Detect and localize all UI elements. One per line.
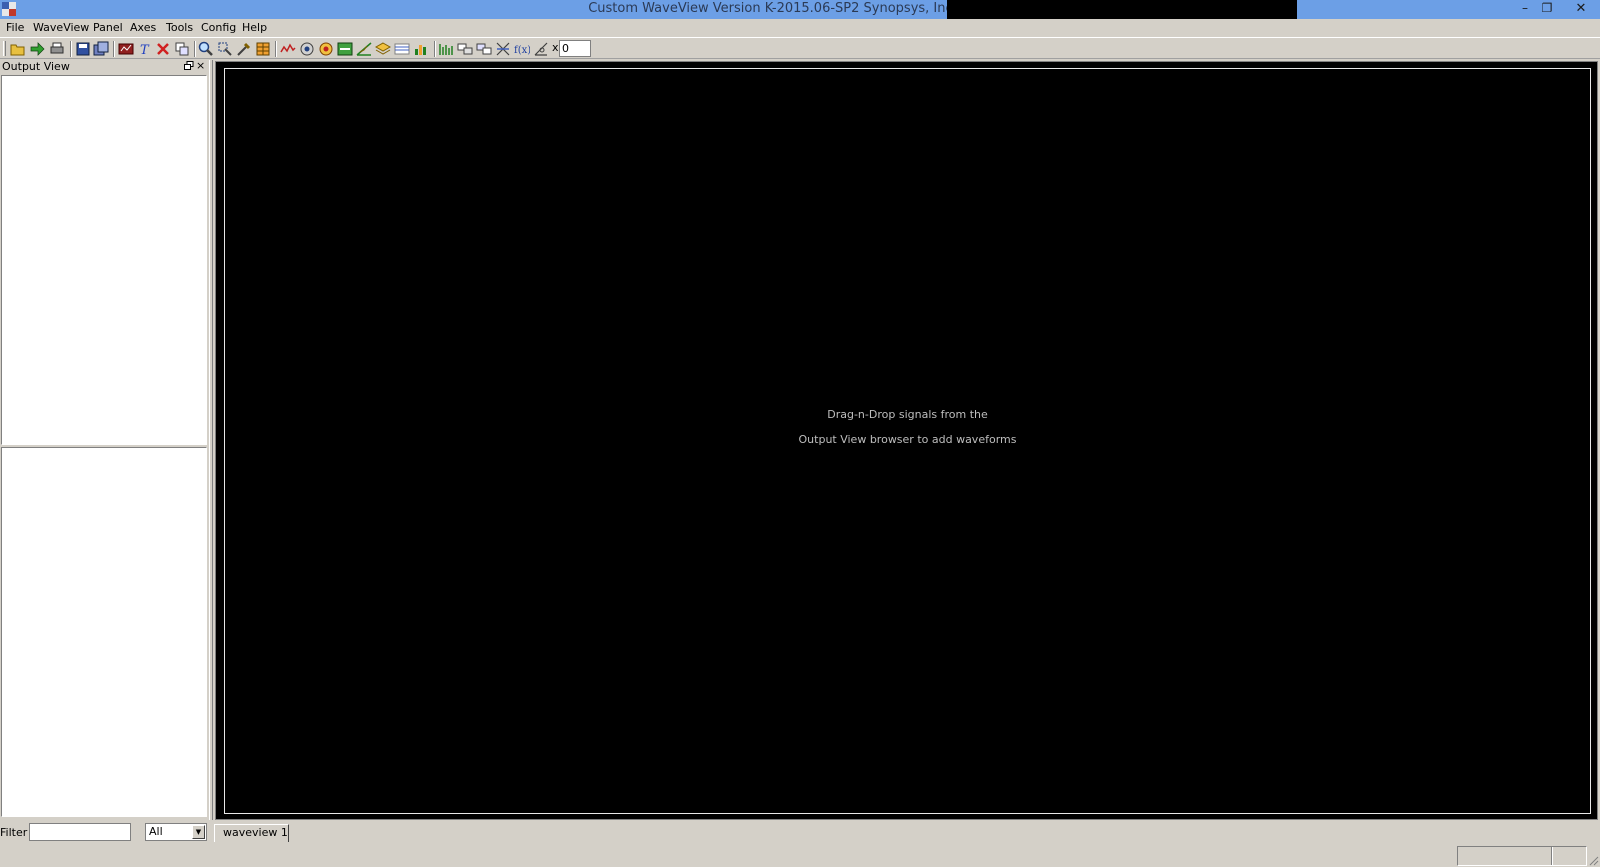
filter-type-value: All xyxy=(149,825,163,838)
list-icon[interactable] xyxy=(394,41,410,57)
filter-label: Filter xyxy=(0,826,28,839)
x-label: x xyxy=(552,41,559,54)
waveform-icon[interactable] xyxy=(280,41,296,57)
toolbar-separator xyxy=(70,41,72,57)
redacted-region xyxy=(947,0,1297,19)
svg-text:T: T xyxy=(140,43,150,57)
output-view-tree[interactable] xyxy=(1,75,207,445)
x-value-input[interactable]: 0 xyxy=(559,40,591,57)
zoom-region-icon[interactable] xyxy=(217,41,233,57)
cursor-icon[interactable] xyxy=(318,41,334,57)
output-view-signal-list[interactable] xyxy=(1,447,207,817)
empty-hint-line2: Output View browser to add waveforms xyxy=(798,433,1017,446)
minimize-button[interactable]: – xyxy=(1515,1,1535,17)
menu-waveview[interactable]: WaveView xyxy=(33,21,89,34)
delete-icon[interactable] xyxy=(155,41,171,57)
table-icon[interactable] xyxy=(255,41,271,57)
svg-text:f(x): f(x) xyxy=(514,45,530,56)
menu-bar: File WaveView Panel Axes Tools Config He… xyxy=(0,19,1600,37)
filter-type-select[interactable]: All ▼ xyxy=(145,823,207,841)
waveform-canvas[interactable]: Drag-n-Drop signals from the Output View… xyxy=(215,61,1598,820)
panel-icon[interactable] xyxy=(337,41,353,57)
zoom-icon[interactable] xyxy=(198,41,214,57)
menu-help[interactable]: Help xyxy=(242,21,267,34)
save-all-icon[interactable] xyxy=(93,41,109,57)
status-progress xyxy=(1457,846,1587,866)
overlay-icon[interactable] xyxy=(457,41,473,57)
text-icon[interactable]: T xyxy=(137,41,153,57)
toolbar-grip[interactable] xyxy=(3,41,6,56)
menu-axes[interactable]: Axes xyxy=(130,21,156,34)
empty-hint-line1: Drag-n-Drop signals from the xyxy=(827,408,988,421)
menu-config[interactable]: Config xyxy=(201,21,236,34)
waveform-plot-area[interactable]: Drag-n-Drop signals from the Output View… xyxy=(224,68,1591,814)
measure-icon[interactable] xyxy=(118,41,134,57)
menu-file[interactable]: File xyxy=(6,21,24,34)
split-icon[interactable] xyxy=(476,41,492,57)
status-divider xyxy=(1551,847,1553,865)
menu-tools[interactable]: Tools xyxy=(166,21,193,34)
bar-chart-icon[interactable] xyxy=(438,41,454,57)
tab-waveview-1[interactable]: waveview 1 xyxy=(214,824,289,842)
maximize-button[interactable]: ❐ xyxy=(1537,1,1557,17)
open-folder-icon[interactable] xyxy=(10,41,26,57)
close-button[interactable]: ✕ xyxy=(1571,1,1591,17)
menu-panel[interactable]: Panel xyxy=(93,21,123,34)
window-title: Custom WaveView Version K-2015.06-SP2 Sy… xyxy=(588,1,957,16)
float-panel-icon[interactable] xyxy=(184,61,194,71)
title-bar: Custom WaveView Version K-2015.06-SP2 Sy… xyxy=(0,0,1600,19)
filter-input[interactable] xyxy=(29,823,131,841)
save-icon[interactable] xyxy=(75,41,91,57)
histogram-icon[interactable] xyxy=(413,41,429,57)
calculator-icon[interactable] xyxy=(533,41,549,57)
toolbar-separator xyxy=(275,41,277,57)
output-view-title: Output View xyxy=(2,60,70,73)
output-view-header: Output View × xyxy=(0,59,209,75)
toolbar: T f(x) x 0 xyxy=(0,37,1600,59)
close-panel-icon[interactable]: × xyxy=(196,59,205,72)
dropdown-arrow-icon[interactable]: ▼ xyxy=(192,825,205,839)
fit-icon[interactable] xyxy=(495,41,511,57)
probe-icon[interactable] xyxy=(236,41,252,57)
layers-icon[interactable] xyxy=(375,41,391,57)
print-icon[interactable] xyxy=(49,41,65,57)
toolbar-separator xyxy=(113,41,115,57)
copy-icon[interactable] xyxy=(174,41,190,57)
resize-grip-icon[interactable] xyxy=(1588,855,1599,866)
forward-arrow-icon[interactable] xyxy=(29,41,45,57)
panel-splitter[interactable] xyxy=(209,60,213,820)
eye-icon[interactable] xyxy=(299,41,315,57)
stack-icon[interactable] xyxy=(356,41,372,57)
toolbar-separator xyxy=(434,41,436,57)
formula-icon[interactable]: f(x) xyxy=(514,41,530,57)
toolbar-separator xyxy=(194,41,196,57)
